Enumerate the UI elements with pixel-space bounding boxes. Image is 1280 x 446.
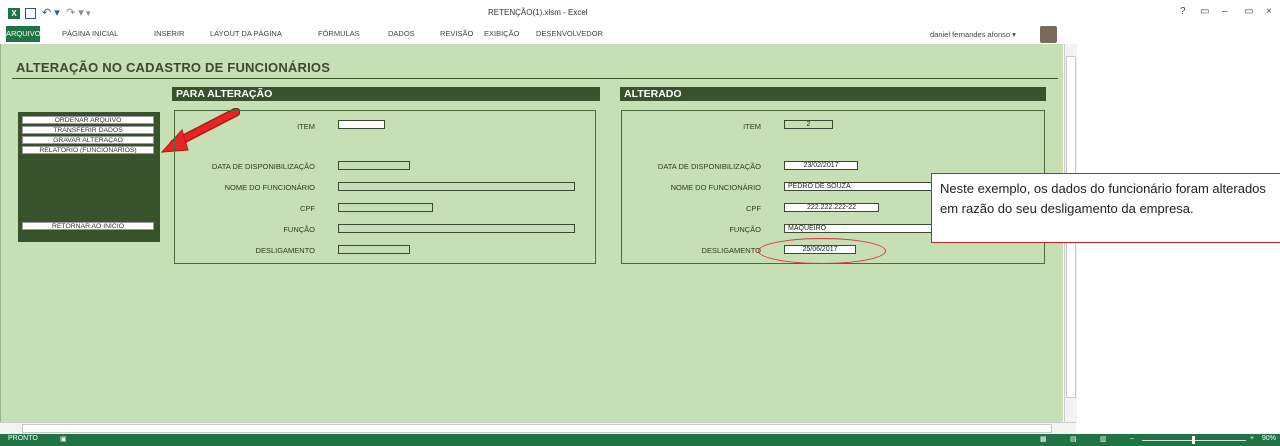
alterado-funcao-label: FUNÇÃO — [729, 225, 761, 234]
para-alteracao-header: PARA ALTERAÇÃO — [172, 87, 600, 101]
alterado-desligamento-label: DESLIGAMENTO — [701, 246, 761, 255]
item-field[interactable] — [338, 120, 385, 129]
redo-icon[interactable]: ↷ ▾ — [66, 8, 84, 19]
tab-exibicao[interactable]: EXIBIÇÃO — [484, 26, 519, 42]
alterado-cpf-label: CPF — [746, 204, 761, 213]
title-divider — [12, 78, 1058, 79]
cpf-label: CPF — [300, 204, 315, 213]
alterado-data-label: DATA DE DISPONIBILIZAÇÃO — [657, 162, 761, 171]
zoom-in-icon[interactable]: + — [1250, 435, 1254, 442]
avatar[interactable] — [1040, 26, 1057, 43]
alterado-cpf-field[interactable]: 222.222.222-22 — [784, 203, 879, 212]
window-title: RETENÇÃO(1).xlsm - Excel — [488, 8, 588, 17]
gravar-alteracao-button[interactable]: GRAVAR ALTERAÇÃO — [22, 136, 154, 144]
cpf-field[interactable] — [338, 203, 433, 212]
zoom-slider-thumb[interactable] — [1192, 436, 1195, 444]
data-disponibilizacao-label: DATA DE DISPONIBILIZAÇÃO — [211, 162, 315, 171]
alterado-item-label: ITEM — [743, 122, 761, 131]
tab-inserir[interactable]: INSERIR — [154, 26, 184, 42]
page-title: ALTERAÇÃO NO CADASTRO DE FUNCIONÁRIOS — [16, 60, 331, 75]
user-name[interactable]: daniel fernandes afonso ▾ — [930, 30, 1016, 39]
macro-record-icon[interactable]: ▣ — [60, 435, 67, 443]
action-menu: ORDENAR ARQUIVO TRANSFERIR DADOS GRAVAR … — [18, 112, 160, 242]
alterado-item-field[interactable]: 2 — [784, 120, 833, 129]
zoom-out-icon[interactable]: – — [1130, 435, 1134, 442]
item-label: ITEM — [297, 122, 315, 131]
highlight-circle — [758, 238, 886, 264]
zoom-level[interactable]: 90% — [1262, 435, 1276, 442]
page-layout-view-icon[interactable]: ▤ — [1070, 435, 1077, 443]
alterado-header: ALTERADO — [620, 87, 1046, 101]
transferir-dados-button[interactable]: TRANSFERIR DADOS — [22, 126, 154, 134]
title-bar: X ↶ ▾ ↷ ▾ ▾ RETENÇÃO(1).xlsm - Excel ? ▭… — [0, 0, 1280, 44]
undo-icon[interactable]: ↶ ▾ — [42, 8, 60, 19]
data-disponibilizacao-field[interactable] — [338, 161, 410, 170]
tab-formulas[interactable]: FÓRMULAS — [318, 26, 360, 42]
retornar-ao-inicio-button[interactable]: RETORNAR AO INÍCIO — [22, 222, 154, 230]
ordenar-arquivo-button[interactable]: ORDENAR ARQUIVO — [22, 116, 154, 124]
status-mode: PRONTO — [8, 435, 38, 442]
nome-funcionario-field[interactable] — [338, 182, 575, 191]
tab-dados[interactable]: DADOS — [388, 26, 415, 42]
ribbon-display-icon[interactable]: ▭ — [1200, 6, 1209, 17]
nome-funcionario-label: NOME DO FUNCIONÁRIO — [224, 183, 315, 192]
page-break-view-icon[interactable]: ▥ — [1100, 435, 1107, 443]
alterado-nome-field[interactable]: PEDRO DE SOUZA — [784, 182, 932, 191]
explanation-callout: Neste exemplo, os dados do funcionário f… — [931, 173, 1280, 243]
desligamento-field[interactable] — [338, 245, 410, 254]
tab-arquivo[interactable]: ARQUIVO — [6, 26, 41, 42]
tab-revisao[interactable]: REVISÃO — [440, 26, 473, 42]
restore-icon[interactable]: ▭ — [1244, 6, 1253, 17]
tab-desenvolvedor[interactable]: DESENVOLVEDOR — [536, 26, 603, 42]
customize-toolbar-icon[interactable]: ▾ — [86, 8, 91, 19]
minimize-icon[interactable]: – — [1222, 6, 1228, 17]
normal-view-icon[interactable]: ▦ — [1040, 435, 1047, 443]
alterado-funcao-field[interactable]: MAQUEIRO — [784, 224, 932, 233]
funcao-label: FUNÇÃO — [283, 225, 315, 234]
tab-pagina-inicial[interactable]: PÁGINA INICIAL — [62, 26, 118, 42]
relatorio-funcionarios-button[interactable]: RELATÓRIO (FUNCIONÁRIOS) — [22, 146, 154, 154]
funcao-field[interactable] — [338, 224, 575, 233]
horizontal-scroll-thumb[interactable] — [22, 424, 1052, 433]
save-icon[interactable] — [25, 8, 36, 19]
help-icon[interactable]: ? — [1180, 6, 1186, 17]
alterado-nome-label: NOME DO FUNCIONÁRIO — [670, 183, 761, 192]
tab-layout-da-pagina[interactable]: LAYOUT DA PÁGINA — [210, 26, 282, 42]
close-icon[interactable]: × — [1266, 6, 1272, 17]
desligamento-label: DESLIGAMENTO — [255, 246, 315, 255]
status-bar: PRONTO ▣ ▦ ▤ ▥ – + 90% — [0, 434, 1280, 446]
alterado-data-field[interactable]: 23/02/2017 — [784, 161, 858, 170]
excel-logo-icon: X — [8, 8, 20, 19]
